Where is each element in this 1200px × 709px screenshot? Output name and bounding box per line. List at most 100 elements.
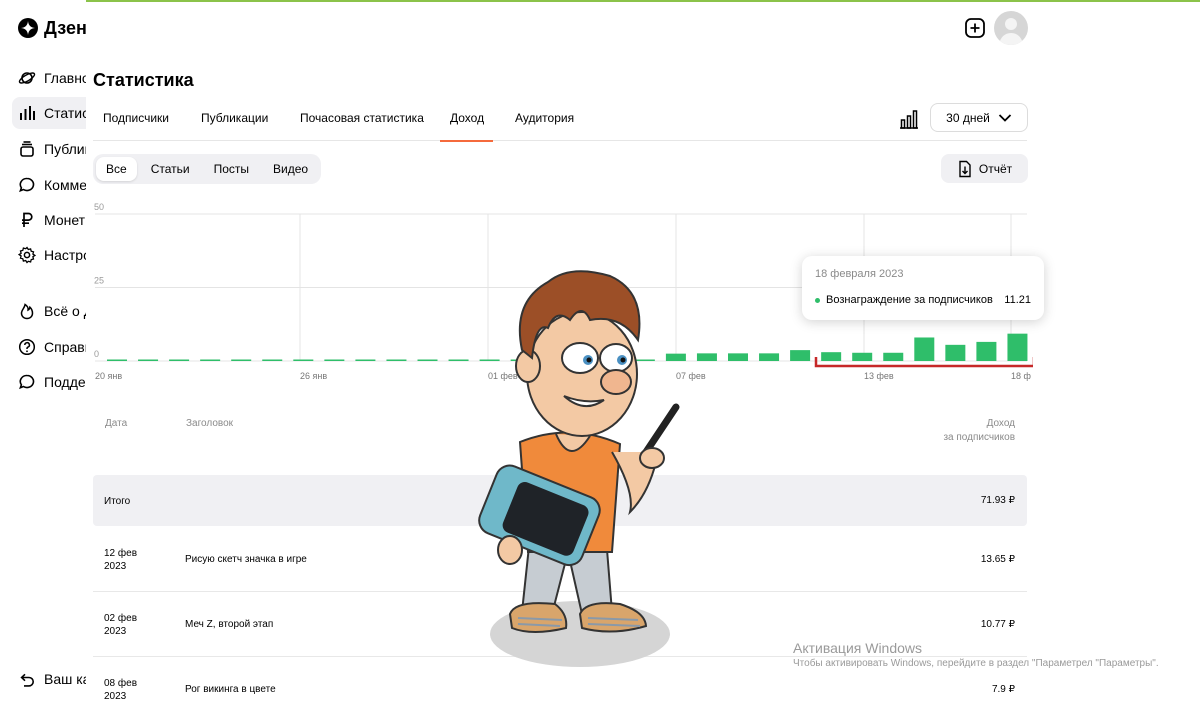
sidebar-item-main[interactable]: Главное	[12, 62, 86, 94]
tab-subscribers[interactable]: Подписчики	[103, 104, 169, 141]
sidebar-item-label: Поддержка	[44, 374, 86, 390]
sidebar-item-about[interactable]: Всё о Дзене	[12, 295, 86, 327]
chart-bar	[355, 359, 376, 361]
sidebar-item-comments[interactable]: Комментарии	[12, 169, 86, 201]
ruble-icon	[18, 211, 36, 229]
watermark-subtitle: Чтобы активировать Windows, перейдите в …	[793, 658, 1159, 669]
legend-dot	[815, 297, 820, 303]
gear-icon	[18, 246, 36, 264]
chart-bar	[728, 353, 748, 361]
row-date-day: 08 фев	[104, 678, 138, 689]
x-tick-label: 20 янв	[95, 371, 122, 381]
sidebar-item-settings[interactable]: Настройки	[12, 239, 86, 271]
column-header-title[interactable]: Заголовок	[186, 417, 233, 431]
create-button[interactable]	[962, 15, 988, 41]
row-title[interactable]: Меч Z, второй этап	[185, 619, 273, 630]
row-date-day: 02 фев	[104, 613, 138, 624]
x-tick-label: 07 фев	[676, 371, 706, 381]
tab-income[interactable]: Доход	[440, 104, 493, 142]
publications-icon	[18, 140, 36, 158]
row-amount: 7.9 ₽	[991, 684, 1015, 695]
chart-bar	[138, 359, 159, 361]
tooltip-date: 18 февраля 2023	[815, 268, 904, 280]
row-date-year: 2023	[104, 561, 127, 572]
report-download-icon	[959, 160, 971, 177]
chart-bar	[417, 359, 438, 361]
watermark-title: Активация Windows	[793, 640, 923, 656]
row-amount: 10.77 ₽	[980, 619, 1015, 630]
column-header-amount-line2: за подписчиков	[943, 432, 1015, 443]
y-tick-label: 50	[94, 202, 104, 212]
chart-bar	[976, 341, 997, 361]
column-header-amount-line1: Доход	[986, 418, 1015, 429]
column-header-date[interactable]: Дата	[105, 417, 127, 431]
row-amount: 13.65 ₽	[980, 554, 1015, 565]
sidebar-item-publications[interactable]: Публикации	[12, 133, 86, 165]
sidebar-item-label: Главное	[44, 70, 86, 86]
avatar[interactable]	[994, 11, 1028, 45]
stats-icon	[18, 104, 36, 122]
sidebar: Дзен- Главное Статистика Публикации Комм…	[0, 0, 86, 709]
filter-articles[interactable]: Статьи	[141, 157, 200, 181]
tooltip-series-name: Вознаграждение за подписчиков	[826, 294, 993, 306]
flame-icon	[18, 302, 36, 320]
period-select-value: 30 дней	[946, 110, 990, 125]
chart-bar	[231, 359, 252, 361]
stats-tabs: Подписчики Публикации Почасовая статисти…	[93, 104, 1027, 142]
chat-icon	[18, 373, 36, 391]
report-button[interactable]: Отчёт	[941, 154, 1028, 183]
period-select[interactable]: 30 дней	[930, 103, 1028, 132]
help-icon	[18, 338, 36, 356]
column-header-amount[interactable]: Доход за подписчиков	[943, 417, 1015, 445]
user-avatar-icon	[999, 18, 1023, 45]
plus-square-icon	[965, 18, 985, 38]
chart-bar	[386, 359, 407, 361]
chart-bar	[262, 359, 283, 361]
filter-all[interactable]: Все	[96, 157, 137, 181]
sidebar-item-help[interactable]: Справка	[12, 331, 86, 363]
content-type-filters: Все Статьи Посты Видео	[93, 154, 322, 184]
chart-bar	[696, 353, 717, 361]
tab-audience[interactable]: Аудитория	[515, 104, 574, 141]
sidebar-item-label: Всё о Дзене	[44, 303, 86, 319]
tooltip-value: 11.21	[1004, 294, 1031, 306]
row-date-day: 12 фев	[104, 548, 138, 559]
chart-bar	[852, 352, 873, 361]
sidebar-item-label: Комментарии	[44, 177, 86, 193]
row-title[interactable]: Рисую скетч значка в игре	[185, 554, 307, 565]
row-title[interactable]: Рог викинга в цвете	[185, 684, 276, 695]
planet-icon	[18, 69, 36, 87]
chart-bar	[448, 359, 469, 361]
zen-logo-icon	[18, 18, 38, 38]
tab-publications[interactable]: Публикации	[201, 104, 268, 141]
chart-bar	[914, 337, 935, 361]
sidebar-item-stats[interactable]: Статистика	[12, 97, 86, 129]
sidebar-item-label: Ваш канал	[44, 671, 86, 687]
chart-type-button[interactable]	[898, 108, 920, 130]
chart-bar	[1007, 333, 1028, 361]
filter-posts[interactable]: Посты	[204, 157, 259, 181]
chart-bar	[821, 352, 842, 361]
chart-bar	[293, 359, 314, 361]
sidebar-item-label: Статистика	[44, 105, 86, 121]
sidebar-item-monetization[interactable]: Монетизация	[12, 204, 86, 236]
y-tick-label: 25	[94, 276, 104, 286]
logo[interactable]: Дзен-	[18, 16, 86, 40]
x-tick-label: 26 янв	[300, 371, 327, 381]
chart-bar	[945, 344, 966, 361]
chevron-down-icon	[998, 113, 1011, 122]
total-amount: 71.93 ₽	[980, 495, 1015, 506]
top-accent-line	[0, 0, 1200, 2]
chart-bar	[790, 350, 811, 361]
chart-bar	[324, 359, 345, 361]
y-tick-label: 0	[94, 349, 99, 359]
bar-chart-icon	[900, 110, 918, 129]
sidebar-item-label: Справка	[44, 339, 86, 355]
row-date: 12 фев 2023	[104, 547, 137, 573]
sidebar-item-your-channel[interactable]: Ваш канал	[12, 663, 86, 695]
chart-bar	[200, 359, 221, 361]
page-title: Статистика	[93, 70, 194, 90]
sidebar-item-support[interactable]: Поддержка	[12, 366, 86, 398]
filter-video[interactable]: Видео	[263, 157, 318, 181]
tab-hourly[interactable]: Почасовая статистика	[300, 104, 424, 141]
